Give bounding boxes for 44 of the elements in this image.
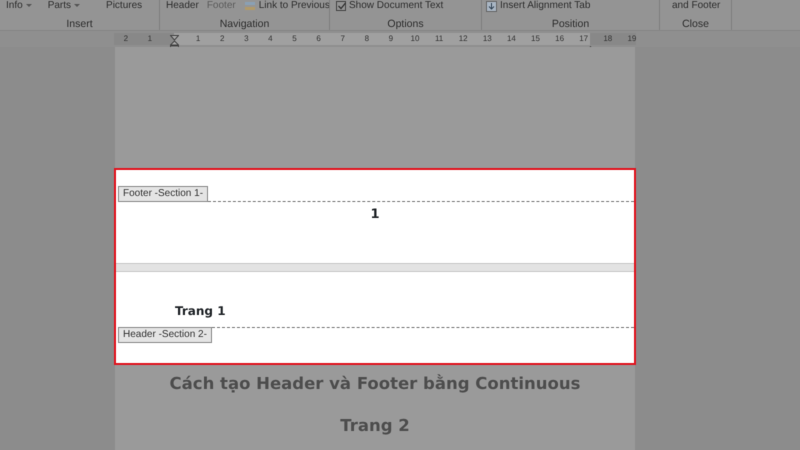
ribbon-button[interactable]: Pictures bbox=[106, 0, 142, 12]
checkbox-icon[interactable] bbox=[336, 1, 346, 11]
ruler-number: 5 bbox=[292, 34, 297, 44]
ruler-number: 3 bbox=[244, 34, 249, 44]
document-heading: Cách tạo Header và Footer bằng Continuous bbox=[170, 373, 580, 395]
ruler-number: 9 bbox=[388, 34, 394, 44]
ruler-number: 16 bbox=[555, 34, 564, 44]
ribbon-button[interactable]: Insert Alignment Tab bbox=[486, 0, 590, 12]
caret-icon bbox=[26, 4, 32, 8]
dropdown-button[interactable]: Info bbox=[6, 0, 32, 12]
dropdown-button[interactable]: Parts bbox=[48, 0, 80, 12]
tab-icon bbox=[486, 0, 497, 12]
group-label: Insert bbox=[65, 18, 94, 30]
caret-icon bbox=[74, 4, 80, 8]
ruler-number: 1 bbox=[196, 34, 200, 44]
ruler-number: 8 bbox=[364, 34, 370, 44]
page-number: 1 bbox=[369, 206, 381, 224]
section-tag: Header -Section 2- bbox=[118, 327, 212, 343]
group-label: Navigation bbox=[218, 18, 270, 30]
ruler-number: 7 bbox=[340, 34, 345, 44]
ruler-number: 13 bbox=[482, 34, 492, 44]
ruler-number: 18 bbox=[603, 34, 612, 44]
ruler-number: 1 bbox=[148, 34, 152, 44]
ruler-number: 17 bbox=[579, 34, 588, 44]
ruler-number: 6 bbox=[316, 34, 321, 44]
ruler-number: 15 bbox=[531, 34, 540, 44]
ruler-number: 4 bbox=[268, 34, 273, 44]
ribbon-button[interactable]: Header bbox=[166, 0, 199, 12]
ruler-number: 10 bbox=[410, 34, 420, 44]
ruler-number: 11 bbox=[434, 34, 444, 44]
ruler-number: 12 bbox=[458, 34, 468, 44]
ruler-number: 19 bbox=[627, 34, 636, 44]
ruler-number: 2 bbox=[124, 34, 128, 44]
header-text: Trang 1 bbox=[175, 303, 226, 320]
ruler-number: 14 bbox=[506, 34, 516, 44]
ruler-number: 2 bbox=[220, 34, 224, 44]
link-icon bbox=[244, 1, 256, 11]
checkbox[interactable]: Show Document Text bbox=[336, 0, 444, 12]
group-label: Close bbox=[681, 18, 710, 30]
group-label: Options bbox=[386, 18, 425, 30]
section-tag: Footer -Section 1- bbox=[118, 186, 208, 202]
group-label: Position bbox=[550, 18, 590, 30]
document-text: Trang 2 bbox=[340, 414, 410, 437]
ribbon-button[interactable]: and Footer bbox=[672, 0, 720, 12]
